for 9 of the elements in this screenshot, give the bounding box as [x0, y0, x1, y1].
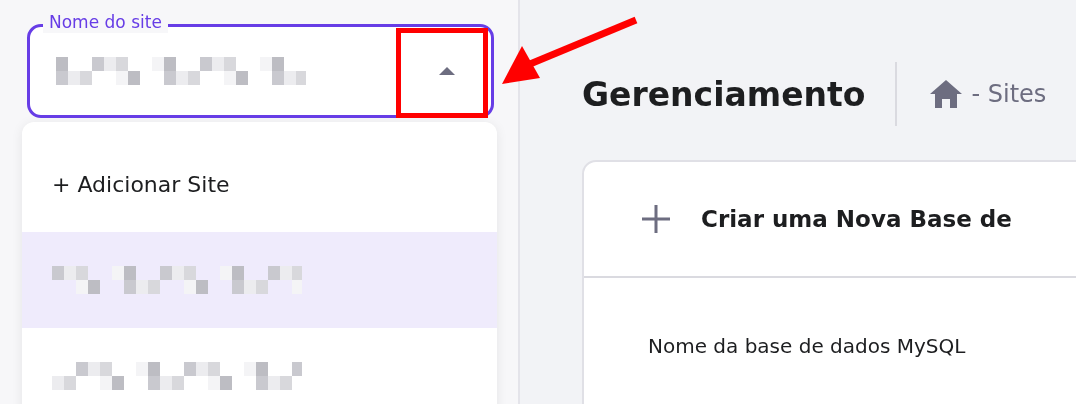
- home-icon[interactable]: [929, 79, 964, 109]
- card-title: Criar uma Nova Base de: [701, 206, 1012, 232]
- field-label: Nome do site: [43, 11, 168, 33]
- add-site-option[interactable]: + Adicionar Site: [22, 136, 497, 232]
- field-label: Nome da base de dados MySQL: [648, 334, 966, 358]
- breadcrumb-link[interactable]: - Sites: [971, 80, 1047, 108]
- page-title: Gerenciamento: [582, 74, 866, 114]
- caret-icon[interactable]: [437, 65, 457, 77]
- plus-icon: [641, 204, 671, 234]
